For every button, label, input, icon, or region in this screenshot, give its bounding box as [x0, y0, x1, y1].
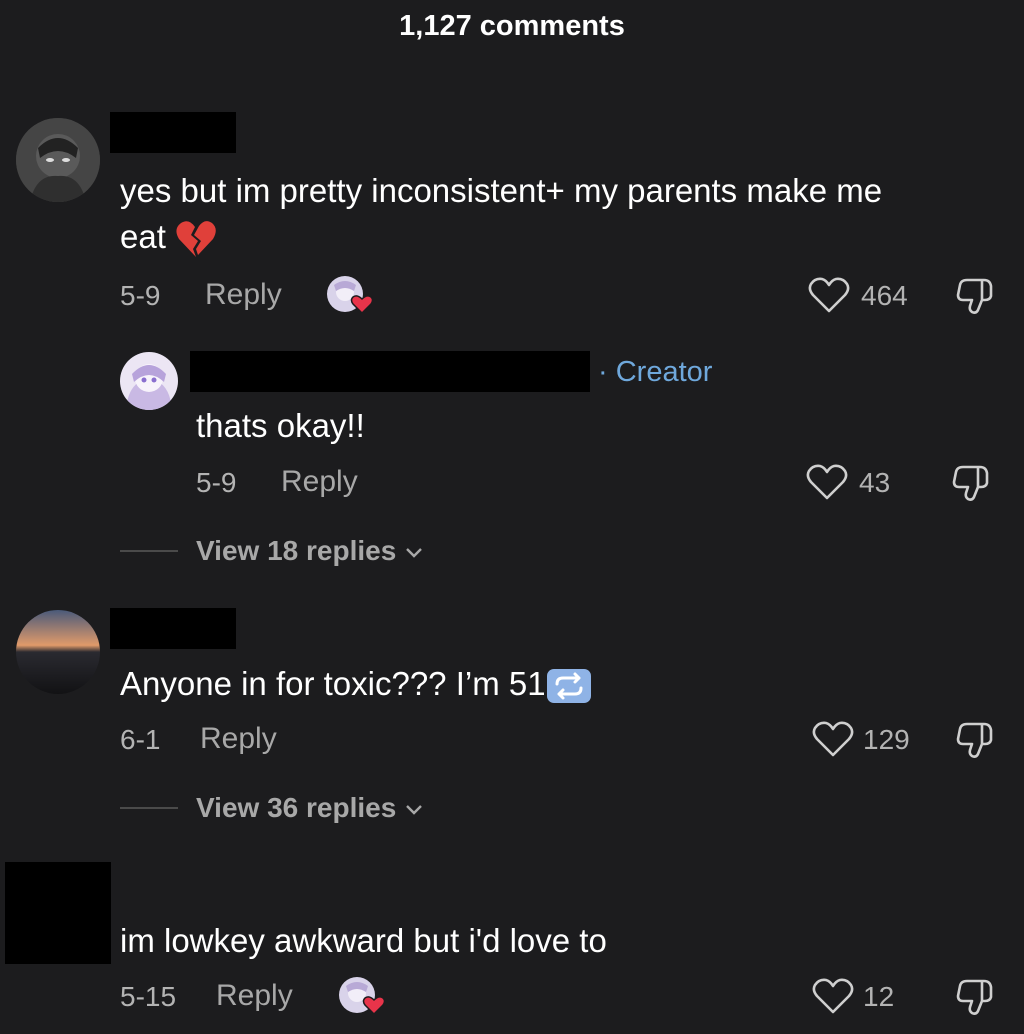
reply-button[interactable]: Reply — [216, 979, 293, 1013]
like-button[interactable] — [806, 463, 848, 501]
comment-date: 6-1 — [120, 724, 161, 755]
like-button[interactable] — [812, 977, 854, 1015]
chevron-down-icon — [404, 546, 424, 560]
reply-button[interactable]: Reply — [200, 722, 277, 756]
dislike-button[interactable] — [954, 276, 996, 316]
comment-date: 5-15 — [120, 981, 177, 1012]
redacted-avatar-and-username — [5, 862, 111, 964]
view-replies-button[interactable]: View 36 replies — [196, 792, 424, 824]
comment-date: 5-9 — [120, 280, 161, 311]
comment-text-line2: eat — [120, 214, 217, 260]
chevron-down-icon — [404, 803, 424, 817]
creator-liked-icon — [338, 976, 386, 1016]
comment-text: Anyone in for toxic??? I’m 51 — [120, 661, 592, 707]
dislike-button[interactable] — [954, 720, 996, 760]
like-count: 464 — [861, 280, 908, 311]
like-button[interactable] — [812, 720, 854, 758]
broken-heart-icon — [175, 219, 217, 259]
view-replies-button[interactable]: View 18 replies — [196, 535, 424, 567]
view-replies-label: View 36 replies — [196, 792, 397, 823]
comment-text-content: Anyone in for toxic??? I’m 51 — [120, 665, 546, 702]
comment-text-line2-text: eat — [120, 218, 166, 255]
like-count: 12 — [863, 981, 895, 1012]
comment-text: im lowkey awkward but i'd love to — [120, 922, 607, 959]
redacted-creator-username — [190, 351, 590, 392]
redacted-username — [110, 112, 236, 153]
comment-text-line1: yes but im pretty inconsistent+ my paren… — [120, 172, 883, 209]
comments-count-header: 1,127 comments — [399, 10, 625, 42]
replies-divider — [120, 550, 178, 552]
view-replies-label: View 18 replies — [196, 535, 397, 566]
avatar[interactable] — [16, 118, 100, 202]
dislike-button[interactable] — [950, 463, 992, 503]
redacted-username — [110, 608, 236, 649]
replies-divider — [120, 807, 178, 809]
avatar[interactable] — [16, 610, 100, 694]
like-count: 43 — [859, 467, 891, 498]
like-count: 129 — [863, 724, 910, 755]
dislike-button[interactable] — [954, 977, 996, 1017]
like-button[interactable] — [808, 276, 850, 314]
reply-text: thats okay!! — [196, 407, 365, 444]
reply-button[interactable]: Reply — [205, 278, 282, 312]
creator-badge: · Creator — [598, 356, 713, 388]
reply-date: 5-9 — [196, 467, 237, 498]
creator-liked-icon — [326, 275, 374, 315]
repeat-icon — [546, 668, 592, 704]
creator-avatar[interactable] — [120, 352, 178, 410]
reply-button[interactable]: Reply — [281, 465, 358, 499]
